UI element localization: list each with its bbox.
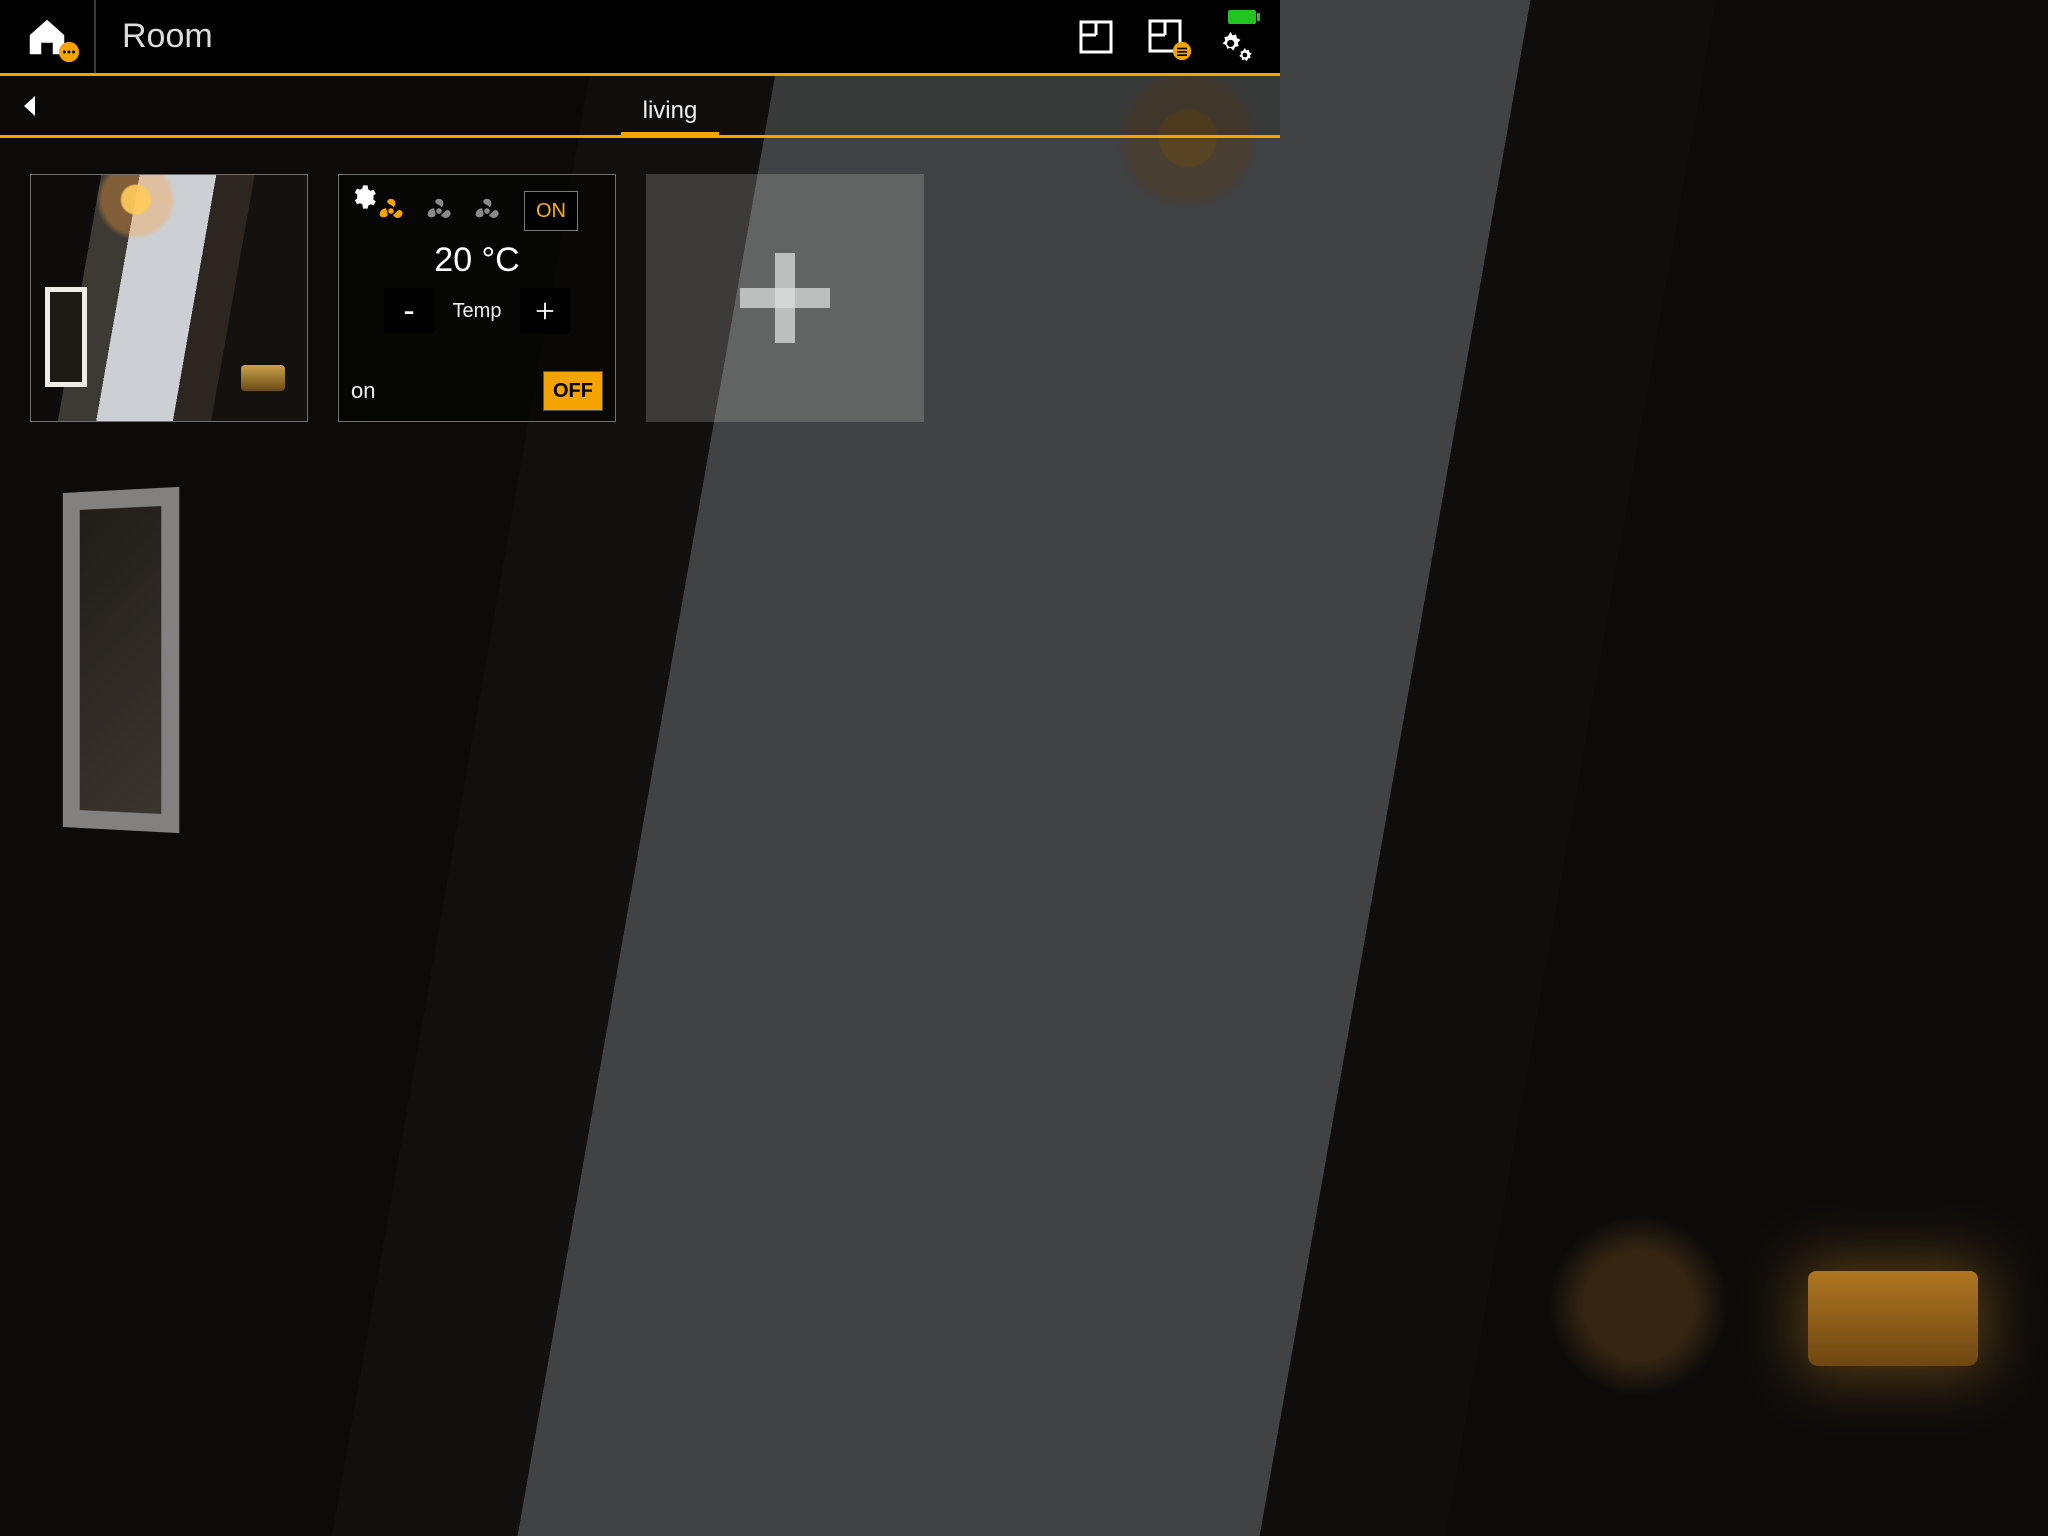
temp-decrease-button[interactable]: - (384, 288, 434, 334)
home-more-badge-icon (58, 41, 80, 63)
room-tabs: living (60, 76, 1280, 135)
tab-living[interactable]: living (621, 97, 720, 135)
ac-temperature-value: 20 °C (351, 241, 603, 280)
topbar-actions (1076, 10, 1280, 64)
gear-icon (349, 183, 377, 211)
fan-icon (376, 196, 406, 226)
ac-widget: ON 20 °C - Temp on OFF (338, 174, 616, 422)
plus-icon (740, 253, 830, 343)
ac-status: on (351, 378, 375, 404)
fan-icon (472, 196, 502, 226)
room-thumbnail-image (31, 175, 307, 421)
fan-speed-3-button[interactable] (472, 196, 502, 226)
decor-lamp (1808, 1271, 1978, 1366)
thumb-decor-frame (45, 287, 87, 387)
ac-on-button[interactable]: ON (524, 191, 578, 231)
home-button[interactable] (0, 0, 96, 73)
fan-speed-1-button[interactable] (376, 196, 406, 226)
room-thumbnail-card[interactable] (30, 174, 308, 422)
ac-off-button[interactable]: OFF (543, 371, 603, 411)
top-bar: Room (0, 0, 1280, 76)
floorplan-list-button[interactable] (1146, 17, 1186, 57)
add-widget-button[interactable] (646, 174, 924, 422)
widgets-row: ON 20 °C - Temp on OFF (0, 138, 1280, 458)
gears-icon (1216, 30, 1256, 64)
battery-indicator-icon (1228, 10, 1256, 24)
settings-button[interactable] (1216, 10, 1256, 64)
tab-strip: living (0, 76, 1280, 138)
decor-mirror (63, 487, 179, 833)
plus-icon (534, 300, 556, 322)
fan-speed-2-button[interactable] (424, 196, 454, 226)
temp-increase-button[interactable] (520, 288, 570, 334)
layout-icon (1076, 17, 1116, 57)
page-title: Room (122, 17, 213, 56)
fan-icon (424, 196, 454, 226)
thumb-decor-lamp (241, 365, 285, 391)
back-icon (20, 94, 40, 118)
list-badge-icon (1172, 41, 1192, 61)
back-button[interactable] (0, 94, 60, 118)
temp-label: Temp (450, 300, 504, 323)
layout-button[interactable] (1076, 17, 1116, 57)
ac-settings-button[interactable] (349, 183, 377, 216)
